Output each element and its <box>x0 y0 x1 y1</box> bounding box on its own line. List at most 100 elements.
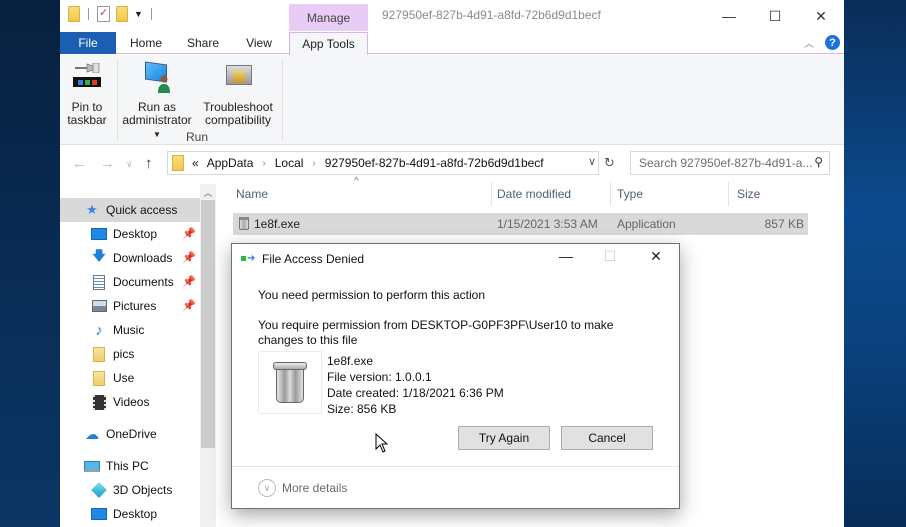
chevron-down-icon: ∨ <box>258 479 276 497</box>
pin-icon[interactable]: 📌 <box>182 275 196 288</box>
pin-icon[interactable]: 📌 <box>182 227 196 240</box>
tab-app-tools[interactable]: App Tools <box>289 32 368 55</box>
search-input[interactable]: Search 927950ef-827b-4d91-a... ⚲ <box>630 151 830 175</box>
column-divider[interactable] <box>728 182 729 206</box>
cube-icon <box>91 482 107 498</box>
sort-ascending-icon: ^ <box>354 176 359 187</box>
sidebar-item-pictures[interactable]: Pictures 📌 <box>60 294 200 318</box>
folder-icon[interactable] <box>68 6 80 22</box>
breadcrumb-separator-icon[interactable]: › <box>262 158 265 169</box>
file-thumbnail <box>258 351 322 414</box>
column-header-date-modified[interactable]: Date modified <box>497 182 571 206</box>
pin-icon[interactable]: 📌 <box>182 251 196 264</box>
forward-arrow-icon[interactable]: → <box>100 155 115 172</box>
sidebar-item-music[interactable]: ♪ Music <box>60 318 200 342</box>
executable-file-icon <box>239 217 249 230</box>
maximize-button[interactable]: ☐ <box>752 0 798 32</box>
address-history-chevron-icon[interactable]: ∨ <box>588 155 596 168</box>
sidebar-item-label: Desktop <box>113 507 158 521</box>
navigation-bar: ← → ∨ ↑ « AppData › Local › 927950ef-827… <box>60 146 844 182</box>
toolbar-divider <box>150 8 152 20</box>
folder-icon <box>91 346 107 362</box>
pin-icon[interactable]: 📌 <box>182 299 196 312</box>
back-arrow-icon[interactable]: ← <box>72 155 87 172</box>
sidebar-item-3d-objects[interactable]: 3D Objects <box>60 478 200 502</box>
tab-share[interactable]: Share <box>178 32 228 54</box>
toolbar-divider <box>88 8 89 20</box>
close-button[interactable]: ✕ <box>798 0 844 32</box>
sidebar-item-quick-access[interactable]: ★ Quick access <box>60 198 200 222</box>
file-info-date-created: Date created: 1/18/2021 6:36 PM <box>327 386 504 400</box>
file-date-modified: 1/15/2021 3:53 AM <box>497 217 598 231</box>
breadcrumb-appdata[interactable]: AppData <box>207 156 254 170</box>
breadcrumb-separator-icon[interactable]: › <box>312 158 315 169</box>
run-as-administrator-button[interactable]: Run as administrator ▼ <box>120 61 194 141</box>
properties-icon[interactable] <box>97 6 110 22</box>
sidebar-item-label: Music <box>113 323 145 337</box>
desktop-background-left <box>0 0 60 527</box>
column-header-size[interactable]: Size <box>737 182 760 206</box>
sidebar-item-this-pc[interactable]: This PC <box>60 454 200 478</box>
run-as-label-line2: administrator <box>122 113 192 127</box>
videos-icon <box>91 394 107 410</box>
refresh-icon[interactable]: ↻ <box>604 155 615 171</box>
minimize-button[interactable]: — <box>706 0 752 32</box>
nav-pane-scrollbar[interactable]: ︿ <box>200 184 216 527</box>
column-divider[interactable] <box>491 182 492 206</box>
ribbon-divider <box>117 59 118 141</box>
sidebar-item-downloads[interactable]: 🡇 Downloads 📌 <box>60 246 200 270</box>
cancel-button[interactable]: Cancel <box>561 426 653 450</box>
sidebar-item-pics[interactable]: pics <box>60 342 200 366</box>
column-header-name[interactable]: Name <box>236 182 268 206</box>
troubleshoot-compatibility-button[interactable]: Troubleshoot compatibility <box>200 61 276 127</box>
breadcrumb-current-folder[interactable]: 927950ef-827b-4d91-a8fd-72b6d9d1becf <box>325 156 544 170</box>
sidebar-item-label: Documents <box>113 275 174 289</box>
computer-icon <box>84 458 100 474</box>
sidebar-item-documents[interactable]: Documents 📌 <box>60 270 200 294</box>
sidebar-item-label: Downloads <box>113 251 173 265</box>
more-details-toggle[interactable]: ∨ More details <box>258 479 347 497</box>
sidebar-item-onedrive[interactable]: ☁ OneDrive <box>60 422 200 446</box>
scrollbar-thumb[interactable] <box>201 200 215 448</box>
sidebar-item-use[interactable]: Use <box>60 366 200 390</box>
sidebar-item-label: pics <box>113 347 135 361</box>
tab-file[interactable]: File <box>60 32 116 54</box>
search-placeholder: Search 927950ef-827b-4d91-a... <box>639 156 813 170</box>
troubleshoot-icon <box>222 61 254 95</box>
up-arrow-icon[interactable]: ↑ <box>145 155 153 172</box>
scroll-up-icon[interactable]: ︿ <box>200 184 216 200</box>
column-header-type[interactable]: Type <box>617 182 643 206</box>
column-divider[interactable] <box>610 182 611 206</box>
desktop-icon <box>91 506 107 522</box>
dropdown-caret-icon[interactable]: ▼ <box>153 130 161 139</box>
cloud-icon: ☁ <box>85 425 99 442</box>
new-folder-icon[interactable] <box>116 6 128 22</box>
window-title: 927950ef-827b-4d91-a8fd-72b6d9d1becf <box>382 8 601 22</box>
collapse-ribbon-icon[interactable]: ︿ <box>804 35 814 50</box>
dialog-secondary-message: You require permission from DESKTOP-G0PF… <box>258 318 614 347</box>
tab-home[interactable]: Home <box>122 32 170 54</box>
sidebar-item-desktop[interactable]: Desktop 📌 <box>60 222 200 246</box>
dialog-minimize-button[interactable]: — <box>546 248 586 264</box>
sidebar-item-desktop-pc[interactable]: Desktop <box>60 502 200 526</box>
dialog-maximize-button: ☐ <box>603 248 617 264</box>
dialog-close-button[interactable]: ✕ <box>636 248 676 265</box>
sidebar-item-label: OneDrive <box>106 427 157 441</box>
sidebar-item-label: Videos <box>113 395 150 409</box>
try-again-button[interactable]: Try Again <box>458 426 550 450</box>
sidebar-item-label: Quick access <box>106 203 178 217</box>
search-icon[interactable]: ⚲ <box>814 155 823 169</box>
breadcrumb-overflow[interactable]: « <box>192 156 199 170</box>
tab-view[interactable]: View <box>236 32 282 54</box>
address-bar[interactable]: « AppData › Local › 927950ef-827b-4d91-a… <box>167 151 599 175</box>
pin-to-taskbar-button[interactable]: Pin to taskbar <box>62 61 112 127</box>
sidebar-item-label: Use <box>113 371 135 385</box>
file-info-version: File version: 1.0.0.1 <box>327 370 432 384</box>
sidebar-item-videos[interactable]: Videos <box>60 390 200 414</box>
breadcrumb-local[interactable]: Local <box>275 156 304 170</box>
dialog-primary-message: You need permission to perform this acti… <box>258 288 486 302</box>
help-icon[interactable]: ? <box>825 35 840 50</box>
table-row[interactable]: 1e8f.exe 1/15/2021 3:53 AM Application 8… <box>233 213 808 235</box>
recent-locations-chevron-icon[interactable]: ∨ <box>126 159 133 170</box>
customize-toolbar-dropdown-icon[interactable]: ▼ <box>134 9 143 19</box>
